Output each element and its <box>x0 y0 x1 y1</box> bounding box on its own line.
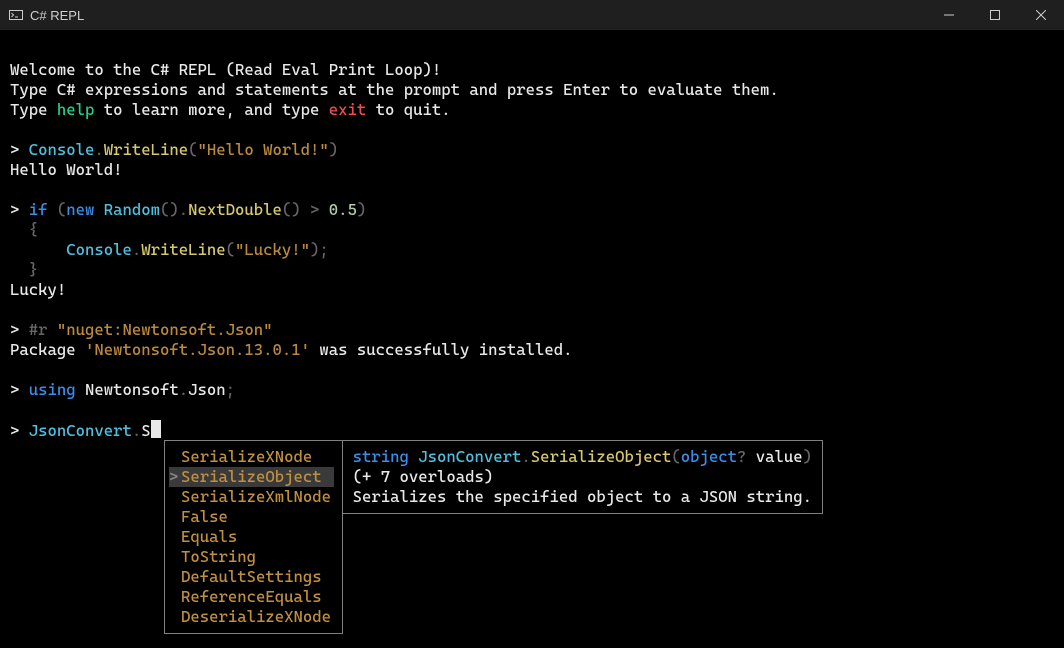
autocomplete-list[interactable]: SerializeXNodeSerializeObjectSerializeXm… <box>164 440 343 634</box>
token-paren: ); <box>310 240 329 259</box>
sig-space <box>409 447 418 466</box>
sig-class: JsonConvert <box>418 447 521 466</box>
title-bar: C# REPL <box>0 0 1064 30</box>
help-keyword: help <box>57 100 95 119</box>
token-keyword: using <box>29 380 76 399</box>
minimize-button[interactable] <box>926 0 972 30</box>
sig-paren: ) <box>803 447 812 466</box>
token-space <box>76 380 85 399</box>
token-method: NextDouble <box>188 200 282 219</box>
token-type: Random <box>104 200 160 219</box>
sig-method: SerializeObject <box>531 447 672 466</box>
maximize-button[interactable] <box>972 0 1018 30</box>
sig-param-name: value <box>756 447 803 466</box>
token-ns: Json <box>188 380 226 399</box>
text-cursor <box>151 420 161 438</box>
token-brace: { <box>10 220 38 239</box>
token-space <box>319 200 328 219</box>
autocomplete-popup: SerializeXNodeSerializeObjectSerializeXm… <box>164 440 823 634</box>
autocomplete-item[interactable]: DeserializeXNode <box>169 607 334 627</box>
token-dot: . <box>132 421 141 440</box>
autocomplete-doc: string JsonConvert.SerializeObject(objec… <box>343 440 823 514</box>
token-semi: ; <box>226 380 235 399</box>
sig-dot: . <box>521 447 530 466</box>
autocomplete-item[interactable]: Equals <box>169 527 334 547</box>
output-pkg-b: was successfully installed. <box>310 340 573 359</box>
token-string: "Hello World!" <box>198 140 329 159</box>
token-dot: . <box>179 200 188 219</box>
token-dot: . <box>94 140 103 159</box>
app-icon <box>8 7 24 23</box>
token-method: WriteLine <box>104 140 188 159</box>
token-space <box>301 200 310 219</box>
close-button[interactable] <box>1018 0 1064 30</box>
exit-keyword: exit <box>329 100 367 119</box>
welcome-line-3c: to quit. <box>366 100 450 119</box>
token-type: JsonConvert <box>29 421 132 440</box>
token-op: > <box>310 200 319 219</box>
autocomplete-item[interactable]: DefaultSettings <box>169 567 334 587</box>
token-number: 0.5 <box>329 200 357 219</box>
token-method: WriteLine <box>141 240 225 259</box>
token-paren: () <box>282 200 301 219</box>
token-directive: #r <box>29 320 48 339</box>
token-dot: . <box>132 240 141 259</box>
autocomplete-item[interactable]: False <box>169 507 334 527</box>
token-paren: ) <box>329 140 338 159</box>
sig-paren: ( <box>671 447 680 466</box>
sig-overloads: (+ 7 overloads) <box>353 467 494 486</box>
output-pkg-name: 'Newtonsoft.Json.13.0.1' <box>85 340 310 359</box>
token-space <box>94 200 103 219</box>
token-paren: () <box>160 200 179 219</box>
prompt: > <box>10 421 29 440</box>
token-paren: ) <box>357 200 366 219</box>
token-partial: S <box>141 421 150 440</box>
welcome-line-3b: to learn more, and type <box>94 100 328 119</box>
prompt: > <box>10 200 29 219</box>
token-paren: ( <box>226 240 235 259</box>
sig-description: Serializes the specified object to a JSO… <box>353 487 812 506</box>
output-line: Hello World! <box>10 160 123 179</box>
autocomplete-item[interactable]: ReferenceEquals <box>169 587 334 607</box>
autocomplete-item[interactable]: ToString <box>169 547 334 567</box>
welcome-line-3a: Type <box>10 100 57 119</box>
token-paren: ( <box>188 140 197 159</box>
token-brace: } <box>10 260 38 279</box>
autocomplete-item[interactable]: SerializeXmlNode <box>169 487 334 507</box>
output-line: Lucky! <box>10 280 66 299</box>
token-keyword: if <box>29 200 48 219</box>
prompt: > <box>10 140 29 159</box>
terminal-area[interactable]: Welcome to the C# REPL (Read Eval Print … <box>0 30 1064 491</box>
welcome-line-2: Type C# expressions and statements at th… <box>10 80 779 99</box>
output-pkg-a: Package <box>10 340 85 359</box>
token-string: "nuget:Newtonsoft.Json" <box>57 320 273 339</box>
prompt: > <box>10 320 29 339</box>
token-dot: . <box>179 380 188 399</box>
autocomplete-item[interactable]: SerializeXNode <box>169 447 334 467</box>
token-space <box>48 320 57 339</box>
sig-q: ? <box>737 447 756 466</box>
welcome-line-1: Welcome to the C# REPL (Read Eval Print … <box>10 60 441 79</box>
sig-return-type: string <box>353 447 409 466</box>
window-title: C# REPL <box>30 8 84 23</box>
token-console: Console <box>29 140 95 159</box>
token-keyword: new <box>66 200 94 219</box>
token-ns: Newtonsoft <box>85 380 179 399</box>
token-indent <box>10 240 66 259</box>
token-console: Console <box>66 240 132 259</box>
token-paren: ( <box>48 200 67 219</box>
sig-param-type: object <box>681 447 737 466</box>
prompt: > <box>10 380 29 399</box>
token-string: "Lucky!" <box>235 240 310 259</box>
autocomplete-item[interactable]: SerializeObject <box>169 467 334 487</box>
window-controls <box>926 0 1064 30</box>
